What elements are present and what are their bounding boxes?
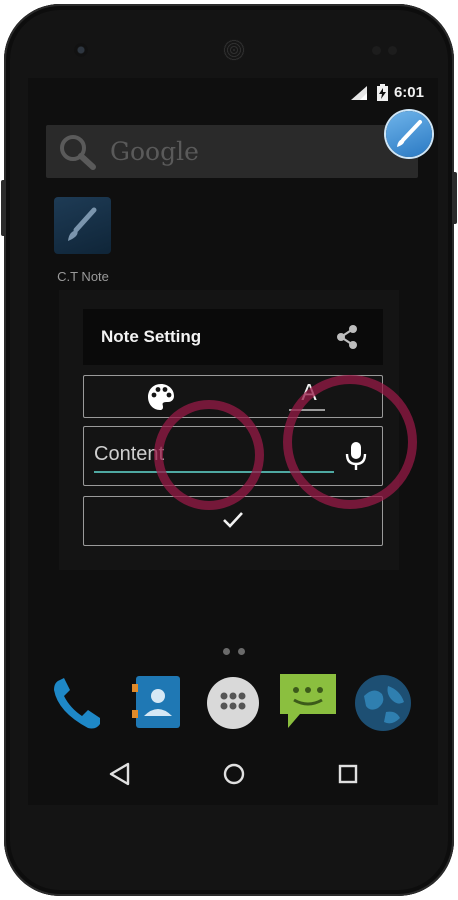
page-dot [223,648,230,655]
contacts-icon[interactable] [126,672,188,734]
google-search-bar[interactable]: Google [46,125,418,178]
signal-icon [351,86,367,100]
brush-icon [397,120,422,147]
front-camera [74,43,88,57]
home-circle-icon[interactable] [222,762,246,786]
search-placeholder: Google [110,137,199,166]
status-time: 6:01 [393,84,424,101]
power-button [452,172,457,224]
phone-frame: 6:01 Google C.T Note Note Setting A Cont… [1,4,457,896]
proximity-sensor [372,46,381,55]
dialog-title: Note Setting [101,327,202,346]
paintbrush-icon [68,207,97,241]
earpiece-speaker [223,39,245,61]
back-triangle-icon[interactable] [108,762,132,786]
status-bar: 6:01 [28,78,438,106]
phone-screen: 6:01 Google C.T Note Note Setting A Cont… [28,78,438,805]
touch-indicator-ring [283,375,417,509]
page-dot [238,648,245,655]
floating-note-button[interactable] [386,111,432,157]
messaging-icon[interactable] [278,672,340,734]
check-icon [223,512,243,528]
navigation-bar [28,750,438,805]
search-icon [60,135,96,170]
app-label: C.T Note [57,269,109,284]
share-icon[interactable] [333,323,361,351]
light-sensor [388,46,397,55]
battery-charging-icon [377,84,388,101]
browser-icon[interactable] [352,672,414,734]
volume-button [1,180,6,236]
ct-note-app-icon[interactable] [54,197,111,254]
phone-icon[interactable] [46,672,108,734]
palette-icon[interactable] [146,382,176,412]
touch-indicator-ring [154,400,264,510]
dialog-header: Note Setting [83,309,383,365]
recents-square-icon[interactable] [336,762,360,786]
page-indicator [219,642,249,660]
app-drawer-icon[interactable] [202,672,264,734]
